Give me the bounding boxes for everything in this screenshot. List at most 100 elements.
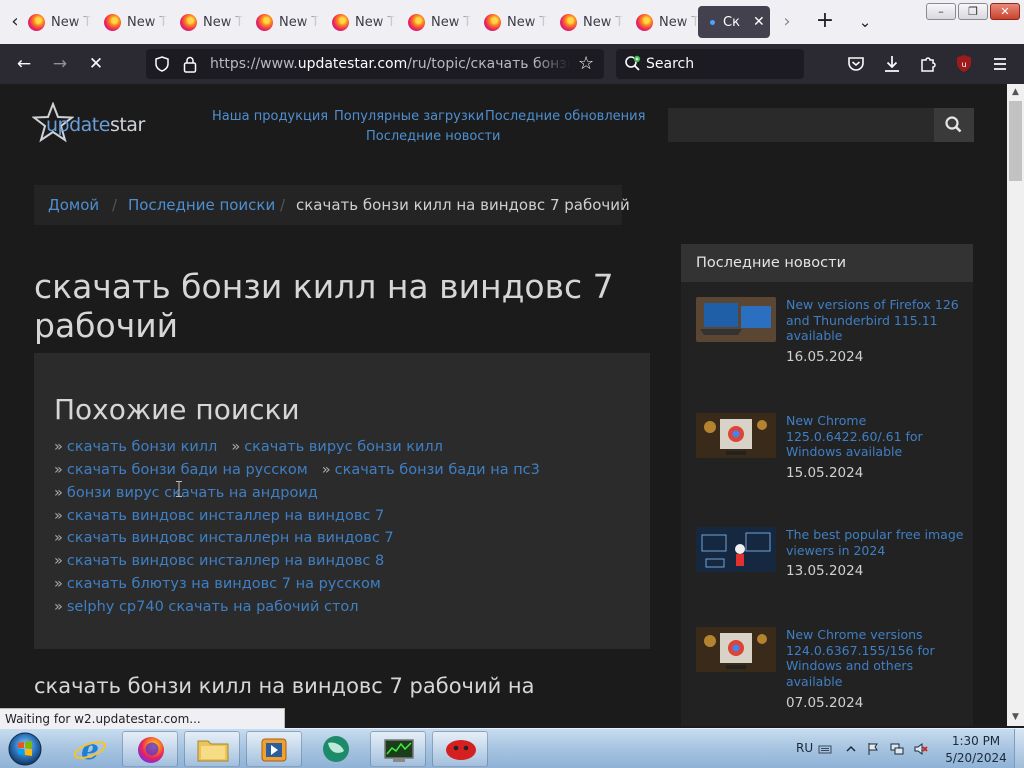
similar-search-link[interactable]: selphy cp740 скачать на рабочий стол [67,599,359,615]
download-icon[interactable] [882,54,902,74]
extensions-puzzle-icon[interactable] [918,54,938,74]
similar-search-link[interactable]: скачать бонзи бади на пс3 [335,462,540,478]
scrollbar-thumb[interactable] [1009,101,1022,181]
news-title-link[interactable]: New versions of Firefox 126 and Thunderb… [786,297,966,344]
logo-text-suffix: star [109,114,145,136]
similar-search-link[interactable]: скачать бонзи бади на русском [67,462,308,478]
firefox-favicon-icon [180,13,197,31]
stop-button[interactable]: ✕ [82,50,110,78]
tab[interactable]: New Tab [402,6,474,38]
clock-time[interactable]: 1:30 PM [940,734,1012,748]
tab[interactable]: New Tab [250,6,322,38]
tab[interactable]: New Tab [22,6,94,38]
news-thumbnail[interactable] [696,297,776,342]
similar-search-link[interactable]: скачать виндовс инсталлерн на виндовс 7 [67,530,394,546]
news-thumbnail[interactable] [696,627,776,672]
tab[interactable]: New Tab [554,6,626,38]
similar-search-link[interactable]: скачать блютуз на виндовс 7 на русском [67,576,381,592]
network-icon[interactable] [890,742,904,756]
windows-taskbar: e RU 1:30 PM 5/20/2024 [0,728,1024,768]
site-logo[interactable]: updatestar [32,102,157,150]
list-all-tabs-button[interactable]: ⌄ [852,8,878,36]
tab-scroll-right-button[interactable]: › [777,6,797,38]
scroll-down-arrow-icon[interactable]: ▼ [1007,709,1024,726]
back-button[interactable]: ← [10,50,38,78]
bookmark-star-icon[interactable]: ☆ [578,54,598,74]
similar-search-link[interactable]: скачать бонзи килл [67,439,217,455]
text-cursor-icon [176,481,182,497]
url-text[interactable]: https://www.updatestar.com/ru/topic/скач… [210,56,570,74]
firefox-favicon-icon [408,13,425,31]
lock-icon[interactable] [182,55,198,73]
tab[interactable]: New Tab [326,6,398,38]
window-restore-button[interactable]: ❐ [958,3,988,20]
tracking-protection-shield-icon[interactable] [154,56,170,72]
start-button[interactable] [4,730,46,768]
window-minimize-button[interactable]: – [926,3,956,20]
taskbar-firefox[interactable] [122,731,178,767]
similar-search-link[interactable]: скачать виндовс инсталлер на виндовс 7 [67,508,384,524]
taskbar-file-explorer[interactable] [184,731,240,767]
clock-date[interactable]: 5/20/2024 [940,751,1012,765]
url-host: updatestar.com [297,56,408,72]
hamburger-menu-icon[interactable] [990,54,1010,74]
page-title: скачать бонзи килл на виндовс 7 рабочий [34,267,614,345]
news-title-link[interactable]: New Chrome versions 124.0.6367.155/156 f… [786,627,966,689]
news-title-link[interactable]: The best popular free image viewers in 2… [786,527,966,558]
volume-muted-icon[interactable] [914,742,928,756]
firefox-favicon-icon [560,13,577,31]
tab[interactable]: New Tab [174,6,246,38]
news-thumbnail[interactable] [696,527,776,572]
nav-link-latest-news[interactable]: Последние новости [366,129,501,144]
search-engine-icon[interactable] [624,55,642,73]
taskbar-internet-explorer[interactable]: e [62,731,118,767]
scroll-up-arrow-icon[interactable]: ▲ [1007,84,1024,101]
taskbar-red-app[interactable] [432,731,488,767]
taskbar-media-player[interactable] [246,731,302,767]
similar-search-link[interactable]: скачать виндовс инсталлер на виндовс 8 [67,553,384,569]
tab-title: New Tab [203,14,243,30]
pocket-icon[interactable] [846,54,866,74]
address-bar[interactable]: https://www.updatestar.com/ru/topic/скач… [146,49,604,79]
forward-button[interactable]: → [46,50,74,78]
similar-search-link[interactable]: бонзи вирус скачать на андроид [67,485,318,501]
latest-news-header: Последние новости [681,244,973,282]
nav-link-latest-updates[interactable]: Последние обновления [485,109,645,124]
search-bar[interactable]: Search [616,49,804,79]
site-search-button[interactable] [934,108,974,142]
news-thumbnail[interactable] [696,413,776,458]
firefox-icon [138,737,164,763]
section-heading: скачать бонзи килл на виндовс 7 рабочий … [34,674,535,698]
nav-link-products[interactable]: Наша продукция [212,109,328,124]
breadcrumb-home-link[interactable]: Домой [48,196,99,214]
show-hidden-icons-icon[interactable] [844,742,858,756]
similar-search-link[interactable]: скачать вирус бонзи килл [244,439,443,455]
taskbar-task-manager[interactable] [370,731,426,767]
loading-indicator-icon [710,19,715,25]
ublock-shield-icon[interactable]: u [954,54,974,74]
tab[interactable]: New Tab [478,6,550,38]
bullet-marker: » [54,439,63,455]
nav-link-popular-downloads[interactable]: Популярные загрузки [334,109,484,124]
window-close-button[interactable]: ✕ [990,3,1020,20]
page-scrollbar[interactable]: ▲ ▼ [1007,84,1024,726]
tab-close-icon[interactable]: ✕ [753,14,765,30]
breadcrumb-recent-searches-link[interactable]: Последние поиски [128,196,275,214]
input-language[interactable]: RU [796,741,813,755]
taskbar-maps[interactable] [308,731,364,767]
url-path: /ru/topic/скачать бонзи килл на [407,56,570,72]
site-search-input[interactable] [668,108,934,142]
bullet-marker: » [54,553,63,569]
tab[interactable]: New Tab [630,6,702,38]
latest-news-title: Последние новости [696,255,847,271]
news-title-link[interactable]: New Chrome 125.0.6422.60/.61 for Windows… [786,413,966,460]
tab[interactable]: New Tab [98,6,170,38]
keyboard-icon[interactable] [818,742,832,756]
tab-active[interactable]: Ск ✕ [698,6,770,38]
action-center-flag-icon[interactable] [866,742,880,756]
tab-title: New Tab [51,14,91,30]
new-tab-button[interactable]: + [812,8,838,36]
show-desktop-button[interactable] [1014,729,1024,768]
bullet-marker: » [231,439,241,455]
tab-title: New Tab [355,14,395,30]
